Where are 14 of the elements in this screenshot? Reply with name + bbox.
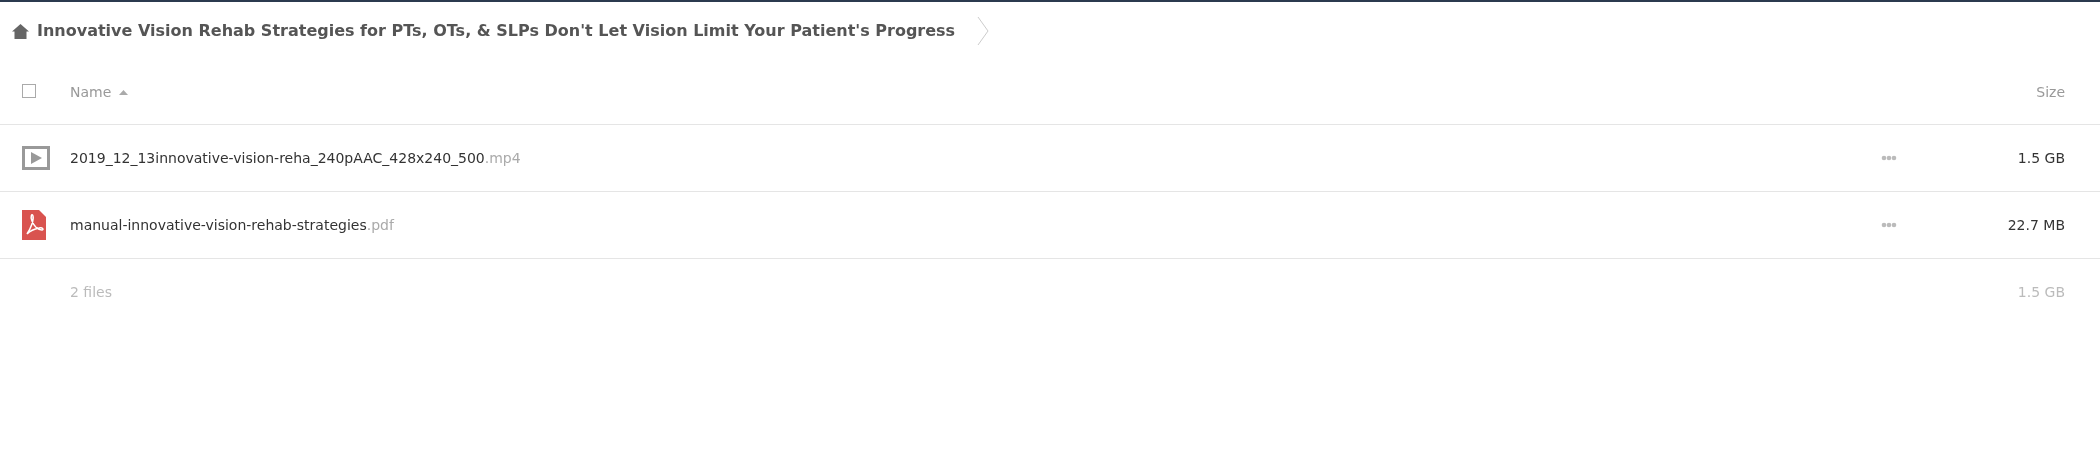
play-icon	[22, 146, 50, 171]
home-icon[interactable]	[12, 23, 29, 39]
chevron-icon	[977, 16, 990, 46]
file-name-link[interactable]: 2019_12_13innovative-vision-reha_240pAAC_428x240_500.mp4	[70, 147, 1881, 169]
pdf-file-icon	[22, 210, 46, 240]
file-size: 22.7 MB	[2006, 215, 2065, 235]
select-all-checkbox[interactable]	[22, 84, 36, 98]
file-count: 2 files	[70, 283, 113, 302]
total-size: 1.5 GB	[2016, 283, 2065, 302]
file-size: 1.5 GB	[2016, 148, 2065, 168]
more-options-icon[interactable]	[1881, 155, 1897, 161]
breadcrumb-link[interactable]: Innovative Vision Rehab Strategies for PTs, OTs, & SLPs Don't Let Vision Limit Your Patient's Progress	[37, 19, 956, 43]
file-name-link[interactable]: manual-innovative-vision-rehab-strategies.pdf	[70, 214, 1881, 236]
more-options-icon[interactable]	[1881, 222, 1897, 228]
